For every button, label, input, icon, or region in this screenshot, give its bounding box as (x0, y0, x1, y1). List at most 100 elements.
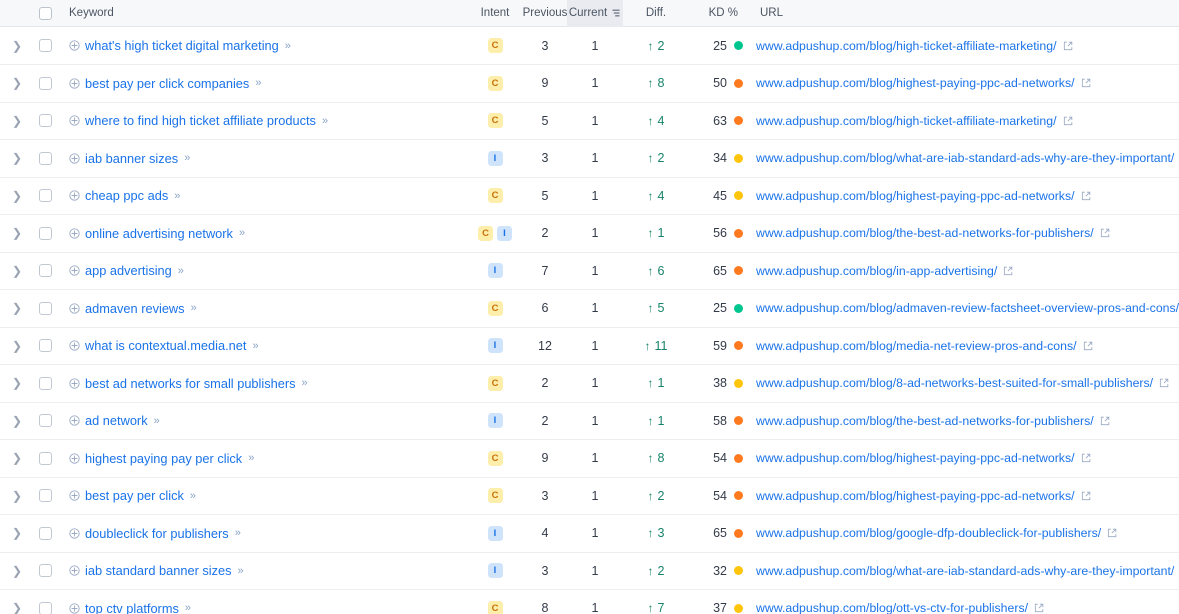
add-keyword-icon[interactable] (69, 340, 80, 351)
row-select-cell[interactable] (34, 189, 56, 203)
column-header-intent[interactable]: Intent (467, 0, 523, 27)
chevron-right-icon[interactable]: ❯ (12, 565, 22, 577)
intent-badge-c[interactable]: C (478, 225, 493, 241)
row-select-cell[interactable] (34, 339, 56, 353)
keyword-link[interactable]: ad network (85, 413, 148, 428)
keyword-link[interactable]: iab banner sizes (85, 151, 178, 166)
column-header-url[interactable]: URL (749, 0, 1179, 27)
row-checkbox[interactable] (38, 151, 52, 165)
add-keyword-icon[interactable] (69, 115, 80, 126)
row-select-cell[interactable] (34, 451, 56, 465)
url-link[interactable]: www.adpushup.com/blog/highest-paying-ppc… (756, 76, 1075, 90)
select-all-checkbox[interactable] (38, 6, 52, 20)
row-select-cell[interactable] (34, 114, 56, 128)
external-link-icon[interactable] (1003, 266, 1013, 276)
row-select-cell[interactable] (34, 76, 56, 90)
intent-badge-c[interactable]: C (487, 600, 503, 614)
chevron-right-icon[interactable]: ❯ (12, 40, 22, 52)
chevron-right-icon[interactable]: ❯ (12, 227, 22, 239)
intent-badge-i[interactable]: I (487, 150, 503, 166)
keyword-link[interactable]: highest paying pay per click (85, 451, 242, 466)
external-link-icon[interactable] (1063, 41, 1073, 51)
column-header-current[interactable]: Current (567, 0, 623, 27)
row-checkbox[interactable] (38, 264, 52, 278)
chevron-right-icon[interactable]: ❯ (12, 152, 22, 164)
expand-row-button[interactable]: ❯ (0, 602, 34, 614)
column-header-diff[interactable]: Diff. (623, 0, 689, 27)
expand-row-button[interactable]: ❯ (0, 152, 34, 164)
url-link[interactable]: www.adpushup.com/blog/8-ad-networks-best… (756, 376, 1153, 390)
url-link[interactable]: www.adpushup.com/blog/google-dfp-doublec… (756, 526, 1101, 540)
keyword-link[interactable]: best pay per click companies (85, 76, 249, 91)
keyword-link[interactable]: best pay per click (85, 488, 184, 503)
add-keyword-icon[interactable] (69, 265, 80, 276)
row-checkbox[interactable] (38, 301, 52, 315)
row-checkbox[interactable] (38, 39, 52, 52)
external-link-icon[interactable] (1081, 191, 1091, 201)
keyword-serp-chevrons-icon[interactable]: » (302, 377, 308, 389)
row-checkbox[interactable] (38, 489, 52, 503)
expand-row-button[interactable]: ❯ (0, 377, 34, 389)
keyword-link[interactable]: admaven reviews (85, 301, 185, 316)
url-link[interactable]: www.adpushup.com/blog/admaven-review-fac… (756, 301, 1179, 315)
row-checkbox[interactable] (38, 601, 52, 614)
table-row[interactable]: ❯ best ad networks for small publishers » C… (0, 365, 1179, 403)
add-keyword-icon[interactable] (69, 565, 80, 576)
table-row[interactable]: ❯ app advertising » I 7 1 ↑ 6 65 www.adpushup.com… (0, 252, 1179, 290)
intent-badge-i[interactable]: I (487, 525, 503, 541)
expand-row-button[interactable]: ❯ (0, 302, 34, 314)
row-checkbox[interactable] (38, 376, 52, 390)
intent-badge-c[interactable]: C (487, 450, 503, 466)
add-keyword-icon[interactable] (69, 603, 80, 614)
keyword-serp-chevrons-icon[interactable]: » (252, 340, 258, 352)
select-all-cell[interactable] (34, 0, 56, 27)
table-row[interactable]: ❯ highest paying pay per click » C 9 1 ↑ 8 54 www… (0, 440, 1179, 478)
external-link-icon[interactable] (1034, 603, 1044, 613)
keyword-serp-chevrons-icon[interactable]: » (248, 452, 254, 464)
add-keyword-icon[interactable] (69, 528, 80, 539)
chevron-right-icon[interactable]: ❯ (12, 265, 22, 277)
intent-badge-c[interactable]: C (487, 488, 503, 504)
intent-badge-c[interactable]: C (487, 375, 503, 391)
table-row[interactable]: ❯ iab banner sizes » I 3 1 ↑ 2 34 www.adpushup.co… (0, 140, 1179, 178)
row-checkbox[interactable] (38, 414, 52, 428)
row-select-cell[interactable] (34, 601, 56, 614)
row-checkbox[interactable] (38, 76, 52, 90)
add-keyword-icon[interactable] (69, 453, 80, 464)
chevron-right-icon[interactable]: ❯ (12, 490, 22, 502)
table-row[interactable]: ❯ what is contextual.media.net » I 12 1 ↑ 11 59 w… (0, 327, 1179, 365)
external-link-icon[interactable] (1107, 528, 1117, 538)
keyword-serp-chevrons-icon[interactable]: » (239, 227, 245, 239)
url-link[interactable]: www.adpushup.com/blog/media-net-review-p… (756, 339, 1077, 353)
external-link-icon[interactable] (1081, 453, 1091, 463)
external-link-icon[interactable] (1100, 416, 1110, 426)
expand-row-button[interactable]: ❯ (0, 77, 34, 89)
add-keyword-icon[interactable] (69, 153, 80, 164)
intent-badge-i[interactable]: I (487, 563, 503, 579)
row-checkbox[interactable] (38, 526, 52, 540)
chevron-right-icon[interactable]: ❯ (12, 302, 22, 314)
expand-row-button[interactable]: ❯ (0, 565, 34, 577)
chevron-right-icon[interactable]: ❯ (12, 340, 22, 352)
keyword-link[interactable]: where to find high ticket affiliate prod… (85, 113, 316, 128)
row-select-cell[interactable] (34, 414, 56, 428)
sort-descending-icon[interactable] (611, 8, 621, 18)
intent-badge-c[interactable]: C (487, 75, 503, 91)
keyword-serp-chevrons-icon[interactable]: » (255, 77, 261, 89)
keyword-serp-chevrons-icon[interactable]: » (322, 115, 328, 127)
add-keyword-icon[interactable] (69, 40, 80, 51)
row-checkbox[interactable] (38, 451, 52, 465)
url-link[interactable]: www.adpushup.com/blog/highest-paying-ppc… (756, 489, 1075, 503)
row-select-cell[interactable] (34, 489, 56, 503)
url-link[interactable]: www.adpushup.com/blog/ott-vs-ctv-for-pub… (756, 601, 1028, 614)
keyword-link[interactable]: cheap ppc ads (85, 188, 168, 203)
external-link-icon[interactable] (1159, 378, 1169, 388)
expand-row-button[interactable]: ❯ (0, 415, 34, 427)
table-row[interactable]: ❯ what's high ticket digital marketing » C 3… (0, 27, 1179, 65)
expand-row-button[interactable]: ❯ (0, 340, 34, 352)
row-select-cell[interactable] (34, 264, 56, 278)
chevron-right-icon[interactable]: ❯ (12, 115, 22, 127)
keyword-link[interactable]: top ctv platforms (85, 601, 179, 614)
external-link-icon[interactable] (1063, 116, 1073, 126)
table-row[interactable]: ❯ doubleclick for publishers » I 4 1 ↑ 3 65 www.a… (0, 515, 1179, 553)
